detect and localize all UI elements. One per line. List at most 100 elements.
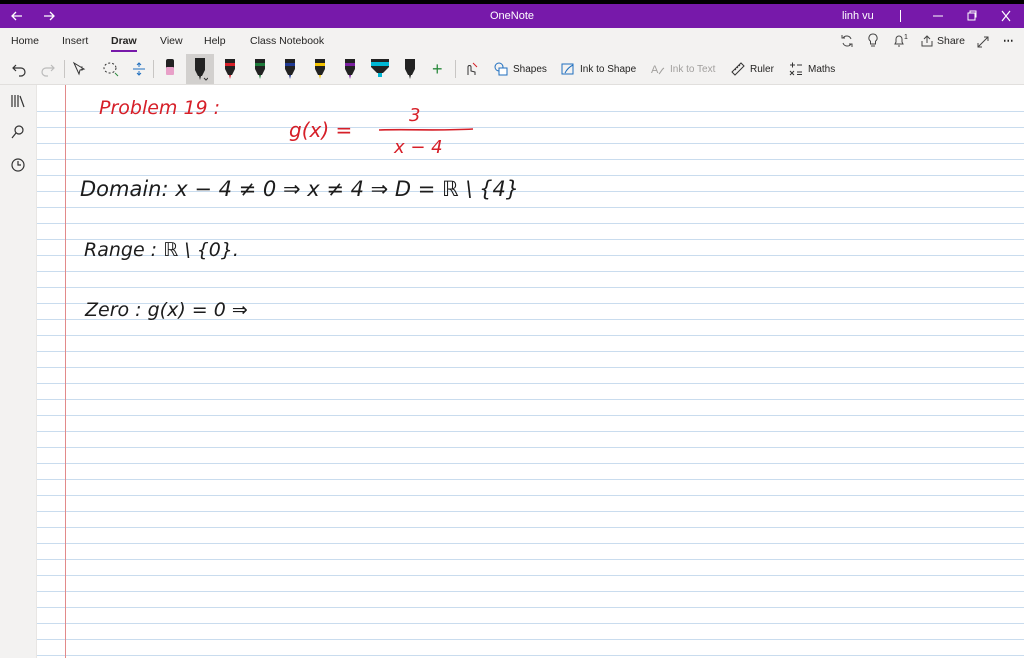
notebooks-icon [11, 95, 25, 108]
left-nav-bar [0, 85, 37, 658]
fullscreen-button[interactable] [976, 33, 990, 49]
highlighter-cyan[interactable] [370, 54, 390, 84]
pen-icon [285, 59, 295, 79]
ink-to-text-icon: A [651, 64, 665, 76]
title-separator [900, 10, 901, 22]
ink-to-shape-label: Ink to Shape [580, 63, 637, 75]
shapes-icon [494, 62, 508, 76]
pen-icon [195, 58, 208, 81]
tab-draw[interactable]: Draw [111, 28, 137, 54]
pen-icon [345, 59, 355, 79]
fraction-bar-ink [378, 128, 474, 131]
pen-icon [315, 59, 325, 79]
sync-button[interactable] [840, 33, 854, 49]
ink-to-shape-button[interactable]: Ink to Shape [560, 54, 636, 84]
page-margin-line [65, 85, 66, 658]
pen-black[interactable] [403, 54, 417, 84]
forward-button[interactable] [42, 4, 56, 28]
shapes-button[interactable]: Shapes [493, 54, 547, 84]
more-options-button[interactable]: ⋯ [1003, 28, 1015, 54]
minimize-icon [933, 15, 943, 17]
ruler-button[interactable]: Ruler [730, 54, 774, 84]
tab-home[interactable]: Home [11, 28, 39, 54]
denominator-ink: x − 4 [394, 137, 443, 158]
eraser-icon [166, 59, 174, 75]
ribbon-divider [64, 60, 65, 78]
pen-red[interactable] [223, 54, 237, 84]
arrow-right-icon [44, 11, 55, 21]
tab-insert[interactable]: Insert [62, 28, 88, 54]
pen-black-selected[interactable] [186, 54, 214, 84]
search-icon [11, 125, 24, 139]
ink-to-text-label: Ink to Text [670, 63, 716, 75]
notifications-button[interactable]: 1 [893, 33, 908, 49]
domain-line-ink: Domain: x − 4 ≠ 0 ⇒ x ≠ 4 ⇒ D = ℝ \ {4} [80, 177, 520, 201]
ink-to-text-button[interactable]: A Ink to Text [650, 54, 715, 84]
back-button[interactable] [10, 4, 24, 28]
draw-ribbon: I + Shapes Ink to Shape A Ink to Text Ru… [0, 54, 1024, 85]
app-title: OneNote [490, 10, 535, 22]
tab-class-notebook[interactable]: Class Notebook [250, 28, 324, 54]
arrow-left-icon [11, 11, 22, 21]
pen-icon [405, 59, 415, 79]
share-button[interactable]: Share [920, 28, 965, 54]
restore-icon [967, 10, 977, 21]
add-pen-button[interactable]: + [432, 54, 443, 84]
expand-icon [977, 36, 989, 48]
ruler-label: Ruler [750, 63, 774, 75]
touch-draw-icon [467, 62, 478, 75]
redo-icon [41, 64, 55, 77]
search-button[interactable] [8, 122, 28, 142]
close-icon [1001, 10, 1011, 22]
notebooks-button[interactable] [8, 91, 28, 111]
add-space-button[interactable] [131, 54, 147, 84]
maths-label: Maths [808, 63, 836, 75]
undo-icon [12, 64, 26, 77]
ink-to-shape-icon [561, 63, 574, 75]
undo-button[interactable] [11, 54, 27, 84]
maths-icon [789, 62, 802, 76]
shapes-label: Shapes [513, 63, 547, 75]
pen-blue[interactable] [283, 54, 297, 84]
lasso-icon [103, 62, 119, 77]
pen-yellow[interactable] [313, 54, 327, 84]
pen-icon [255, 59, 265, 79]
redo-button[interactable] [40, 54, 56, 84]
zero-line-ink: Zero : g(x) = 0 ⇒ [85, 299, 248, 321]
restore-button[interactable] [966, 4, 978, 28]
add-space-icon [133, 62, 145, 76]
user-name[interactable]: linh vu [842, 4, 874, 28]
sync-icon [841, 35, 853, 47]
pen-purple[interactable] [343, 54, 357, 84]
close-button[interactable] [1000, 4, 1012, 28]
plus-icon: + [432, 58, 443, 79]
type-select-button[interactable]: I [71, 54, 89, 84]
clock-icon [11, 158, 25, 172]
title-bar: OneNote linh vu [0, 4, 1024, 28]
pen-icon [225, 59, 235, 79]
recent-notes-button[interactable] [8, 155, 28, 175]
ribbon-divider [455, 60, 456, 78]
touch-draw-button[interactable] [463, 54, 479, 84]
maths-button[interactable]: Maths [788, 54, 835, 84]
tab-view[interactable]: View [160, 28, 183, 54]
minimize-button[interactable] [932, 4, 944, 28]
pen-eraser[interactable] [163, 54, 177, 84]
tell-me-button[interactable] [867, 33, 879, 49]
numerator-ink: 3 [409, 105, 421, 126]
share-icon [921, 35, 933, 47]
note-canvas[interactable]: Problem 19 : g(x) = 3 x − 4 Domain: x − … [37, 85, 1024, 658]
tab-help[interactable]: Help [204, 28, 226, 54]
lightbulb-icon [868, 33, 878, 47]
lasso-select-button[interactable] [102, 54, 120, 84]
svg-text:A: A [651, 64, 659, 76]
highlighter-icon [371, 59, 389, 77]
pen-green[interactable] [253, 54, 267, 84]
range-line-ink: Range : ℝ \ {0}. [84, 239, 239, 261]
svg-text:I: I [81, 66, 83, 73]
ribbon-divider [153, 60, 154, 78]
function-name-ink: g(x) = [289, 118, 353, 142]
notification-count: 1 [904, 34, 908, 41]
problem-label-ink: Problem 19 : [99, 97, 221, 119]
share-label: Share [937, 35, 966, 47]
